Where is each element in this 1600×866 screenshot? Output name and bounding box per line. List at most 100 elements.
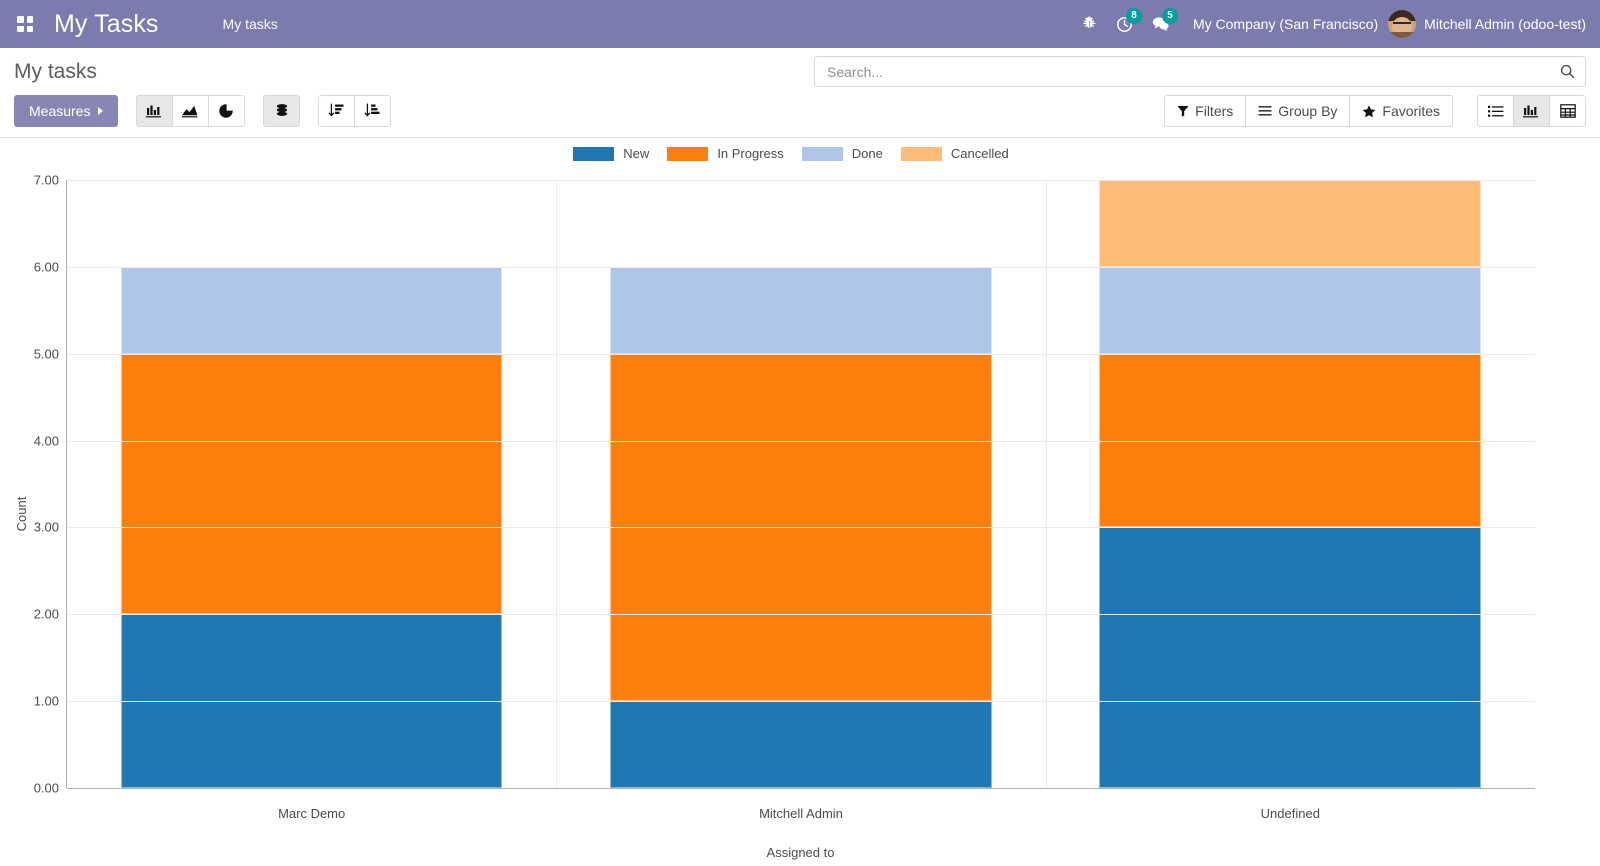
stacked-icon-button[interactable] <box>263 95 301 127</box>
graph-view-icon-button[interactable] <box>1513 95 1550 127</box>
measures-button[interactable]: Measures <box>14 95 119 127</box>
bar-chart-icon-button[interactable] <box>136 95 174 127</box>
list-lines-icon <box>1258 106 1272 116</box>
bar-segment[interactable] <box>120 353 503 615</box>
control-panel-top-row: My tasks <box>14 56 1586 87</box>
user-name-label: Mitchell Admin (odoo-test) <box>1424 16 1586 32</box>
legend-item[interactable]: Done <box>801 146 883 161</box>
favorites-label: Favorites <box>1382 103 1440 119</box>
stacked-bar[interactable] <box>1099 180 1482 788</box>
x-axis-tick: Undefined <box>1260 806 1320 821</box>
bar-segment[interactable] <box>1099 266 1482 354</box>
search-icon[interactable] <box>1560 64 1575 79</box>
legend-swatch <box>573 146 615 161</box>
y-axis-tick: 2.00 <box>33 606 59 622</box>
group-by-label: Group By <box>1278 103 1338 119</box>
menu-item-my-tasks[interactable]: My tasks <box>223 16 278 32</box>
y-gridline <box>67 701 1535 703</box>
bar-column: Mitchell Admin <box>556 180 1045 821</box>
y-gridline <box>67 440 1535 442</box>
y-axis-title: Count <box>13 496 29 532</box>
top-navbar: My Tasks My tasks 8 5 My Company (San Fr… <box>0 0 1600 48</box>
y-gridline <box>67 266 1535 268</box>
sort-ascending-icon <box>365 103 380 117</box>
legend-item[interactable]: In Progress <box>667 146 784 161</box>
line-chart-icon-button[interactable] <box>172 95 210 127</box>
sort-ascending-icon-button[interactable] <box>354 95 392 127</box>
favorites-button[interactable]: Favorites <box>1349 95 1453 127</box>
y-axis-tick: 3.00 <box>33 519 59 535</box>
navbar-right-group: 8 5 My Company (San Francisco) Mitchell … <box>1071 6 1586 42</box>
search-options-group: Filters Group By Favorites <box>1164 95 1453 127</box>
chart-legend: New In Progress Done Cancelled <box>0 138 1600 161</box>
pie-chart-icon-button[interactable] <box>208 95 246 127</box>
star-icon <box>1363 104 1376 117</box>
legend-label: Cancelled <box>950 146 1009 161</box>
company-switcher[interactable]: My Company (San Francisco) <box>1193 16 1378 32</box>
bar-groups: Marc Demo Mitchell Admin Undefined <box>67 180 1535 821</box>
y-gridline <box>67 527 1535 529</box>
activities-badge: 8 <box>1125 8 1142 24</box>
list-view-icon-button[interactable] <box>1477 95 1514 127</box>
pivot-view-icon <box>1559 104 1576 118</box>
legend-swatch <box>801 146 843 161</box>
legend-swatch <box>900 146 942 161</box>
search-view[interactable] <box>814 56 1586 87</box>
activities-menu-button[interactable]: 8 <box>1107 6 1143 42</box>
x-axis-tick: Marc Demo <box>278 806 346 821</box>
filters-label: Filters <box>1195 103 1234 119</box>
x-gridline <box>556 180 558 788</box>
filters-button[interactable]: Filters <box>1164 95 1247 127</box>
control-panel-bottom-row: Measures Filters Group By Favorites <box>14 95 1586 127</box>
sort-descending-icon-button[interactable] <box>318 95 356 127</box>
user-avatar <box>1388 10 1417 38</box>
y-axis-tick: 4.00 <box>33 433 59 449</box>
sort-button-group <box>318 95 392 127</box>
search-input[interactable] <box>825 62 1560 81</box>
legend-swatch <box>667 146 709 161</box>
bar-column: Marc Demo <box>67 180 556 821</box>
x-axis-tick: Mitchell Admin <box>759 806 843 821</box>
bar-segment[interactable] <box>610 701 992 788</box>
line-chart-icon <box>182 105 198 117</box>
group-by-button[interactable]: Group By <box>1245 95 1351 127</box>
apps-grid-icon <box>17 16 33 32</box>
list-view-icon <box>1487 105 1503 117</box>
y-axis-tick: 6.00 <box>33 259 59 275</box>
y-axis-tick: 5.00 <box>33 346 59 362</box>
y-gridline <box>67 180 1535 181</box>
bar-segment[interactable] <box>120 266 503 354</box>
plot-area: Marc Demo Mitchell Admin Undefined 0.00 1.0… <box>34 173 1535 821</box>
y-axis-tick: 0.00 <box>33 780 59 796</box>
control-panel: My tasks Measures <box>0 48 1600 138</box>
bar-column: Undefined <box>1046 180 1535 821</box>
caret-right-icon <box>98 107 104 115</box>
chart-type-button-group <box>136 95 246 127</box>
y-axis-tick: 7.00 <box>33 172 59 188</box>
bar-segment[interactable] <box>1099 527 1482 788</box>
messages-badge: 5 <box>1161 8 1178 24</box>
bug-icon[interactable] <box>1071 6 1107 42</box>
x-axis-title: Assigned to <box>766 845 835 860</box>
legend-item[interactable]: New <box>573 146 649 161</box>
legend-item[interactable]: Cancelled <box>900 146 1009 161</box>
breadcrumb[interactable]: My tasks <box>14 60 97 84</box>
control-panel-right-group: Filters Group By Favorites <box>1164 95 1586 127</box>
y-gridline <box>67 788 1535 789</box>
filter-icon <box>1177 106 1189 117</box>
stacked-button-group <box>263 95 301 127</box>
x-gridline <box>1045 180 1047 788</box>
pivot-view-icon-button[interactable] <box>1549 95 1586 127</box>
plot-wrapper: Count Marc Demo Mitchell Admin Undefined 0… <box>0 172 1600 860</box>
measures-label: Measures <box>29 103 91 119</box>
graph-view-icon <box>1523 105 1538 117</box>
messages-menu-button[interactable]: 5 <box>1143 6 1179 42</box>
user-menu-button[interactable]: Mitchell Admin (odoo-test) <box>1388 10 1586 38</box>
bar-segment[interactable] <box>1099 180 1482 267</box>
view-switcher <box>1477 95 1586 127</box>
app-brand-title[interactable]: My Tasks <box>54 10 159 39</box>
bar-segment[interactable] <box>610 266 992 354</box>
sort-descending-icon <box>329 103 344 117</box>
y-gridline <box>67 614 1535 616</box>
apps-menu-button[interactable] <box>8 7 42 41</box>
